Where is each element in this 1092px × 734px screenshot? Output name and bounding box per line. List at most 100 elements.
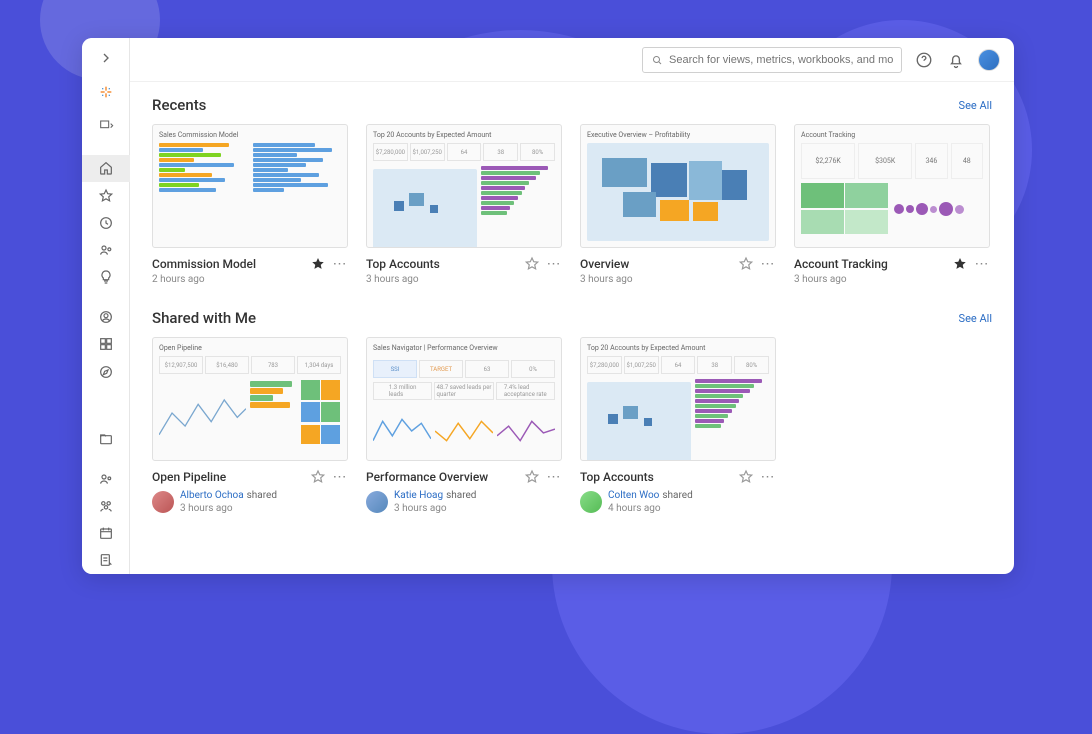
star-filled-icon: [310, 256, 326, 272]
folder-icon: [98, 431, 114, 447]
card-time: 4 hours ago: [608, 502, 693, 515]
users-nav[interactable]: [82, 465, 130, 492]
favorite-toggle[interactable]: [310, 469, 326, 485]
sharer-avatar: [152, 491, 174, 513]
jobs-nav[interactable]: [82, 547, 130, 574]
star-outline-icon: [738, 469, 754, 485]
favorite-toggle[interactable]: [310, 256, 326, 272]
star-outline-icon: [738, 256, 754, 272]
card-more-button[interactable]: ⋯: [332, 469, 348, 485]
recents-header: Recents See All: [152, 96, 992, 114]
card-time: 3 hours ago: [366, 274, 562, 285]
users-icon: [98, 471, 114, 487]
sharer-avatar: [580, 491, 602, 513]
favorite-toggle[interactable]: [738, 256, 754, 272]
favorite-toggle[interactable]: [952, 256, 968, 272]
card-more-button[interactable]: ⋯: [974, 256, 990, 272]
card-time: 3 hours ago: [794, 274, 990, 285]
clock-icon: [98, 215, 114, 231]
sharer-avatar: [366, 491, 388, 513]
card-thumbnail: Top 20 Accounts by Expected Amount $7,28…: [580, 337, 776, 461]
recent-card[interactable]: Top 20 Accounts by Expected Amount $7,28…: [366, 124, 562, 285]
recents-title: Recents: [152, 96, 206, 114]
new-workbook-icon: [98, 117, 114, 133]
card-title: Open Pipeline: [152, 470, 304, 484]
shared-see-all-link[interactable]: See All: [959, 312, 992, 325]
star-filled-icon: [952, 256, 968, 272]
card-title: Overview: [580, 257, 732, 271]
card-more-button[interactable]: ⋯: [332, 256, 348, 272]
recents-see-all-link[interactable]: See All: [959, 99, 992, 112]
shared-row: Open Pipeline $12,907,500$16,4807831,304…: [152, 337, 992, 515]
home-nav[interactable]: [82, 155, 130, 182]
collections-nav[interactable]: [82, 331, 130, 358]
notifications-button[interactable]: [946, 50, 966, 70]
recent-card[interactable]: Account Tracking $2,276K $305K 346 48: [794, 124, 990, 285]
people-icon: [98, 242, 114, 258]
recents-row: Sales Commission Model: [152, 124, 992, 285]
card-thumbnail: Account Tracking $2,276K $305K 346 48: [794, 124, 990, 248]
sharer-name-link[interactable]: Alberto Ochoa: [180, 490, 244, 501]
search-icon: [651, 54, 663, 66]
lightbulb-icon: [98, 269, 114, 285]
shared-card[interactable]: Open Pipeline $12,907,500$16,4807831,304…: [152, 337, 348, 515]
home-icon: [98, 160, 114, 176]
recommendations-nav[interactable]: [82, 264, 130, 291]
help-button[interactable]: [914, 50, 934, 70]
card-thumbnail: Sales Navigator | Performance Overview S…: [366, 337, 562, 461]
shared-nav[interactable]: [82, 236, 130, 263]
card-more-button[interactable]: ⋯: [546, 469, 562, 485]
explore-nav[interactable]: [82, 358, 130, 385]
shared-card[interactable]: Top 20 Accounts by Expected Amount $7,28…: [580, 337, 776, 515]
search-input[interactable]: [669, 54, 893, 66]
collapse-sidebar-button[interactable]: [82, 44, 130, 71]
card-time: 2 hours ago: [152, 274, 348, 285]
favorite-toggle[interactable]: [524, 256, 540, 272]
content-scroll: Recents See All Sales Commission Model: [130, 82, 1014, 574]
recent-card[interactable]: Sales Commission Model: [152, 124, 348, 285]
chevron-right-icon: [98, 50, 114, 66]
star-outline-icon: [524, 256, 540, 272]
card-thumbnail: Executive Overview – Profitability: [580, 124, 776, 248]
card-title: Account Tracking: [794, 257, 946, 271]
card-time: 3 hours ago: [394, 502, 476, 515]
logo-icon: [98, 84, 114, 100]
user-circle-icon: [98, 309, 114, 325]
recent-card[interactable]: Executive Overview – Profitability: [580, 124, 776, 285]
topbar: [130, 38, 1014, 82]
schedules-nav[interactable]: [82, 520, 130, 547]
search-box[interactable]: [642, 47, 902, 73]
recents-nav[interactable]: [82, 209, 130, 236]
compass-icon: [98, 364, 114, 380]
favorites-nav[interactable]: [82, 182, 130, 209]
external-assets-nav[interactable]: [82, 425, 130, 452]
grid-icon: [98, 336, 114, 352]
card-title: Top Accounts: [366, 257, 518, 271]
calendar-icon: [98, 525, 114, 541]
tableau-logo-icon[interactable]: [82, 78, 130, 105]
card-more-button[interactable]: ⋯: [760, 469, 776, 485]
card-more-button[interactable]: ⋯: [546, 256, 562, 272]
shared-title: Shared with Me: [152, 309, 256, 327]
star-icon: [98, 188, 114, 204]
new-button[interactable]: [82, 111, 130, 138]
card-time: 3 hours ago: [180, 502, 277, 515]
card-thumbnail: Sales Commission Model: [152, 124, 348, 248]
user-avatar[interactable]: [978, 49, 1000, 71]
card-thumbnail: Top 20 Accounts by Expected Amount $7,28…: [366, 124, 562, 248]
card-thumbnail: Open Pipeline $12,907,500$16,4807831,304…: [152, 337, 348, 461]
groups-nav[interactable]: [82, 492, 130, 519]
sharer-name-link[interactable]: Colten Woo: [608, 490, 659, 501]
card-more-button[interactable]: ⋯: [760, 256, 776, 272]
favorite-toggle[interactable]: [524, 469, 540, 485]
sharer-name-link[interactable]: Katie Hoag: [394, 490, 443, 501]
star-outline-icon: [310, 469, 326, 485]
shared-card[interactable]: Sales Navigator | Performance Overview S…: [366, 337, 562, 515]
help-icon: [915, 51, 933, 69]
app-window: Recents See All Sales Commission Model: [82, 38, 1014, 574]
shared-header: Shared with Me See All: [152, 309, 992, 327]
favorite-toggle[interactable]: [738, 469, 754, 485]
sidebar: [82, 38, 130, 574]
personal-space-nav[interactable]: [82, 303, 130, 330]
card-title: Performance Overview: [366, 470, 518, 484]
